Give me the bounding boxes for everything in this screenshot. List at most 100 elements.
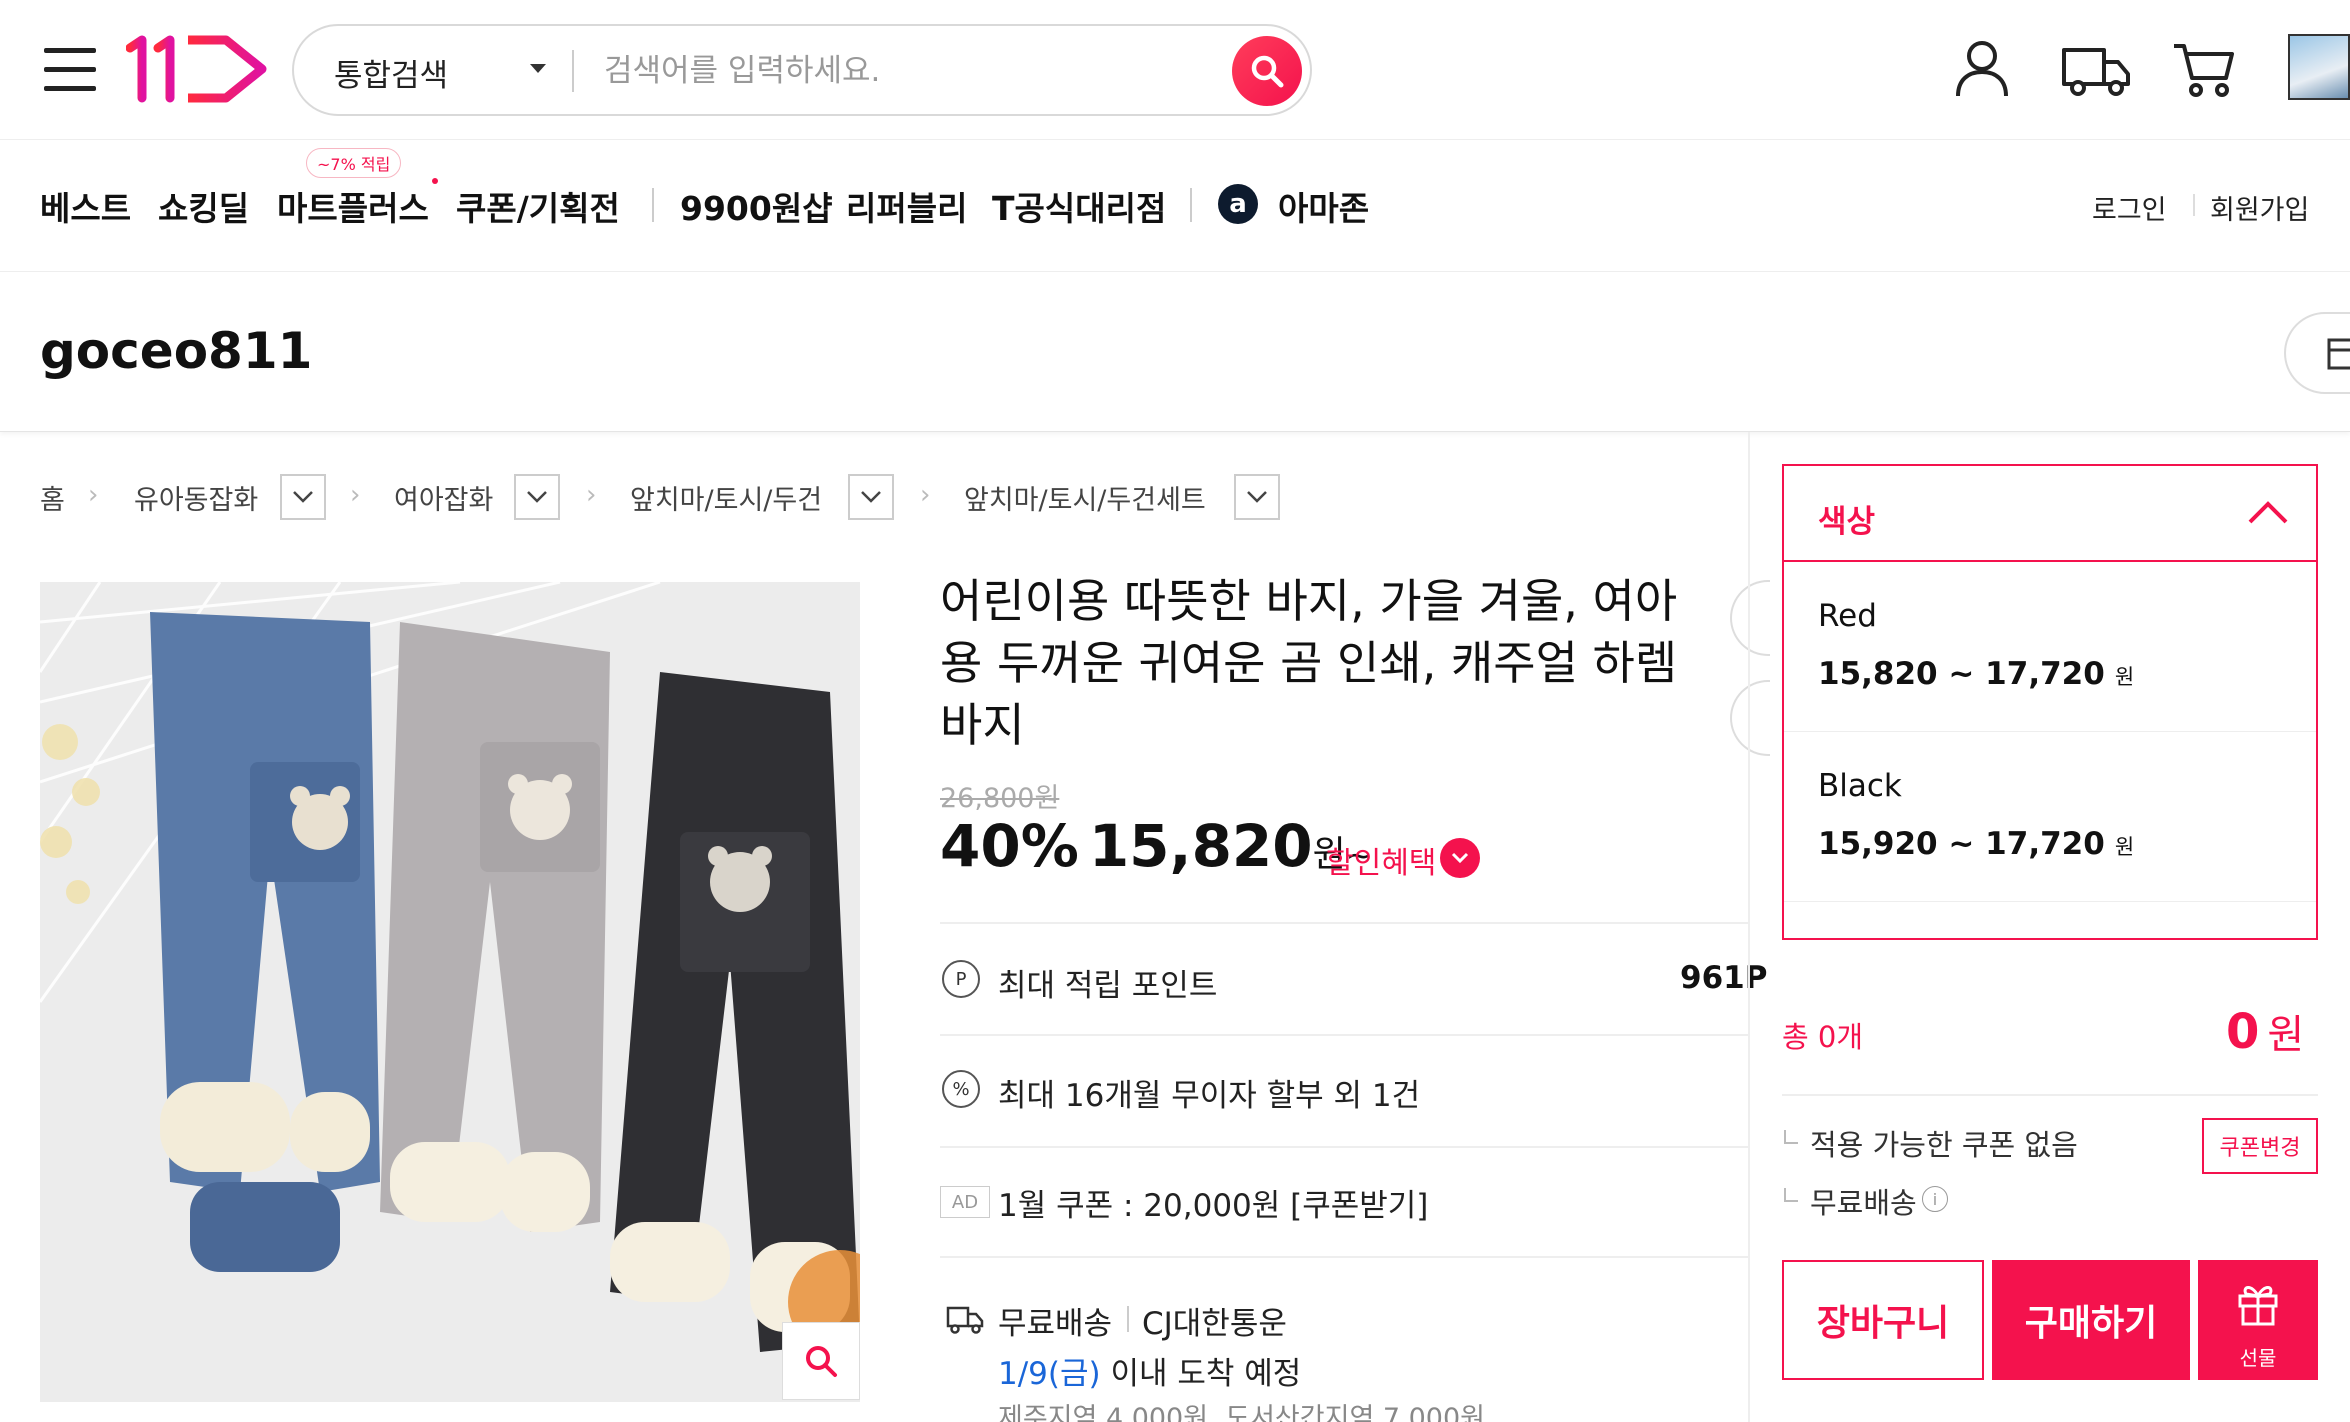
arrival-date: 1/9(금) — [998, 1356, 1101, 1392]
breadcrumb-dropdown[interactable] — [1234, 474, 1280, 520]
chevron-down-icon[interactable] — [530, 64, 546, 73]
breadcrumb-item[interactable]: 여아잡화 — [394, 478, 493, 517]
chevron-right-icon: › — [586, 480, 597, 510]
pants-illustration — [40, 582, 860, 1402]
info-icon[interactable]: i — [1922, 1186, 1948, 1212]
nav-divider — [652, 188, 654, 222]
nav-best[interactable]: 베스트 — [40, 182, 131, 230]
option-price: 15,820 ~ 17,720 원 — [1818, 656, 2134, 692]
user-icon[interactable] — [1950, 36, 2014, 100]
nav-coupon[interactable]: 쿠폰/기획전 — [456, 182, 620, 230]
product-image[interactable] — [40, 582, 860, 1402]
search-category-select[interactable]: 통합검색 — [334, 50, 448, 95]
info-divider — [940, 1146, 1748, 1148]
option-price-unit: 원 — [2114, 835, 2135, 859]
total-price: 0원 — [2226, 1002, 2304, 1060]
top-header: 통합검색 — [0, 0, 2350, 140]
summary-divider — [1782, 1094, 2318, 1096]
option-item-black[interactable]: Black 15,920 ~ 17,720 원 — [1784, 732, 2316, 902]
info-divider — [940, 922, 1748, 924]
ad-badge: AD — [940, 1186, 990, 1218]
coupon-offer[interactable]: 1월 쿠폰 : 20,000원 [쿠폰받기] — [998, 1180, 1428, 1225]
gift-label: 선물 — [2239, 1346, 2277, 1370]
discount-rate: 40% — [940, 812, 1079, 880]
breadcrumb-item[interactable]: 앞치마/토시/두건세트 — [964, 478, 1206, 517]
store-button[interactable] — [2284, 312, 2350, 394]
coupon-status: 적용 가능한 쿠폰 없음 — [1810, 1128, 2078, 1162]
nav-9900-shop[interactable]: 9900원샵 — [680, 182, 833, 230]
profile-thumbnail[interactable] — [2288, 34, 2350, 100]
login-link[interactable]: 로그인 — [2092, 188, 2167, 227]
gift-icon — [2238, 1286, 2278, 1326]
option-item-red[interactable]: Red 15,820 ~ 17,720 원 — [1784, 562, 2316, 732]
points-value: 961P — [1680, 960, 1768, 996]
shipping-divider — [1127, 1306, 1129, 1332]
chevron-right-icon: › — [350, 480, 361, 510]
image-zoom-button[interactable] — [782, 1322, 860, 1400]
eleven-street-logo[interactable] — [126, 34, 271, 104]
mart-plus-badge: ~7% 적립 — [306, 148, 402, 178]
breadcrumb-dropdown[interactable] — [848, 474, 894, 520]
chevron-down-icon — [527, 491, 547, 503]
wishlist-button[interactable] — [1730, 680, 1770, 756]
store-icon — [2327, 338, 2350, 370]
price-row: 40% 15,820원~ — [940, 812, 1373, 882]
option-name: Red — [1818, 598, 1877, 634]
amazon-icon[interactable]: a — [1218, 184, 1258, 224]
share-button[interactable] — [1730, 580, 1770, 656]
gift-button[interactable]: 선물 — [2198, 1260, 2318, 1380]
search-button[interactable] — [1232, 36, 1302, 106]
nav-divider — [1190, 188, 1192, 222]
option-header[interactable]: 색상 — [1784, 466, 2316, 562]
delivery-truck-icon[interactable] — [2060, 36, 2132, 100]
discount-benefit-link[interactable]: 할인혜택 — [1326, 838, 1436, 882]
arrival-text: 이내 도착 예정 — [1110, 1356, 1302, 1392]
search-divider — [572, 50, 574, 92]
nav-shocking-deal[interactable]: 쇼킹딜 — [158, 182, 249, 230]
free-shipping-label: 무료배송 — [1810, 1186, 1917, 1220]
seller-name[interactable]: goceo811 — [40, 322, 312, 380]
coupon-change-button[interactable]: 쿠폰변경 — [2202, 1118, 2318, 1174]
info-divider — [940, 1034, 1748, 1036]
breadcrumb-dropdown[interactable] — [280, 474, 326, 520]
buy-now-button[interactable]: 구매하기 — [1992, 1260, 2190, 1380]
add-to-cart-button[interactable]: 장바구니 — [1782, 1260, 1984, 1380]
option-price: 15,920 ~ 17,720 원 — [1818, 826, 2134, 862]
total-price-value: 0 — [2226, 1004, 2260, 1060]
installment-info[interactable]: 최대 16개월 무이자 할부 외 1건 — [998, 1070, 1420, 1115]
total-count: 총 0개 — [1782, 1020, 1864, 1054]
search-bar: 통합검색 — [292, 24, 1312, 116]
breadcrumb-item[interactable]: 유아동잡화 — [134, 478, 258, 517]
search-input[interactable] — [604, 48, 1164, 94]
nav-t-official[interactable]: T공식대리점 — [992, 182, 1166, 230]
option-price-value: 15,920 ~ 17,720 — [1818, 826, 2105, 862]
nav-mart-plus[interactable]: 마트플러스 — [277, 182, 429, 230]
product-title: 어린이용 따뜻한 바지, 가을 겨울, 여아용 두꺼운 귀여운 곰 인쇄, 캐주… — [940, 574, 1678, 752]
cart-icon[interactable] — [2172, 36, 2236, 100]
chevron-down-icon — [293, 491, 313, 503]
util-divider — [2193, 194, 2195, 216]
signup-link[interactable]: 회원가입 — [2210, 188, 2309, 227]
original-price: 26,800원 — [940, 783, 1060, 814]
option-title: 색상 — [1818, 504, 1876, 540]
option-price-unit: 원 — [2114, 665, 2135, 689]
breadcrumb-home[interactable]: 홈 — [40, 478, 65, 517]
shipping-carrier: CJ대한통운 — [1142, 1306, 1287, 1342]
total-price-unit: 원 — [2267, 1012, 2305, 1058]
nav-amazon[interactable]: 아마존 — [1278, 182, 1369, 230]
new-dot — [432, 178, 438, 184]
panel-divider — [1748, 432, 1750, 1422]
sub-bullet — [1784, 1188, 1798, 1202]
hamburger-menu-icon[interactable] — [44, 48, 96, 92]
chevron-right-icon: › — [920, 480, 931, 510]
breadcrumb-item[interactable]: 앞치마/토시/두건 — [630, 478, 822, 517]
chevron-down-icon[interactable] — [1440, 838, 1480, 878]
seller-bar: goceo811 — [0, 272, 2350, 432]
chevron-up-icon[interactable] — [2246, 494, 2290, 530]
breadcrumb-dropdown[interactable] — [514, 474, 560, 520]
option-price-value: 15,820 ~ 17,720 — [1818, 656, 2105, 692]
installment-icon: % — [942, 1070, 980, 1108]
global-nav-bar: 베스트 쇼킹딜 ~7% 적립 마트플러스 쿠폰/기획전 9900원샵 리퍼블리 … — [0, 140, 2350, 272]
nav-refurbly[interactable]: 리퍼블리 — [846, 182, 967, 230]
info-divider — [940, 1256, 1748, 1258]
